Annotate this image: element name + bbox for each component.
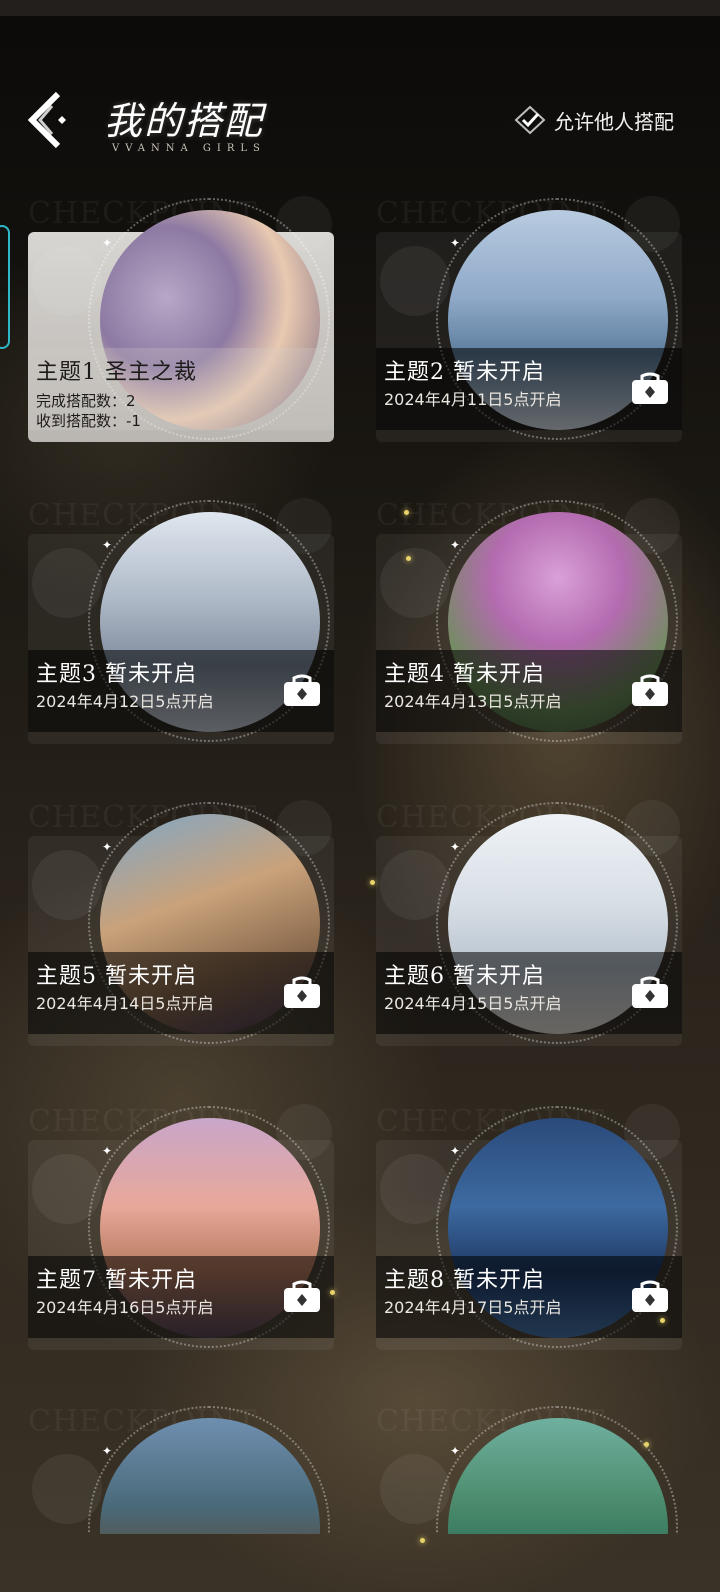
theme-card[interactable]: CHECKPOINT ✦ 主题6 暂未开启 2024年4月15日5点开启	[376, 800, 682, 1046]
theme-name: 主题8 暂未开启	[384, 1268, 545, 1293]
open-date: 2024年4月16日5点开启	[36, 1298, 214, 1317]
allow-others-toggle[interactable]: 允许他人搭配	[514, 105, 674, 135]
particle	[370, 880, 375, 885]
particle	[404, 510, 409, 515]
particle	[330, 1290, 335, 1295]
lock-icon	[630, 372, 670, 406]
lock-icon	[282, 674, 322, 708]
sparkle-icon: ✦	[450, 1444, 461, 1458]
theme-card[interactable]: CHECKPOINT ✦ 主题7 暂未开启 2024年4月16日5点开启	[28, 1104, 334, 1350]
open-date: 2024年4月11日5点开启	[384, 390, 562, 409]
header: 我的搭配 VVANNA GIRLS 允许他人搭配	[0, 80, 720, 160]
allow-others-label: 允许他人搭配	[554, 109, 674, 134]
theme-name: 主题7 暂未开启	[36, 1268, 197, 1293]
sparkle-icon: ✦	[102, 1144, 113, 1158]
back-button[interactable]	[24, 88, 74, 149]
sparkle-icon: ✦	[102, 236, 113, 250]
sparkle-icon: ✦	[102, 538, 113, 552]
theme-card[interactable]: CHECKPOINT ✦ 主题8 暂未开启 2024年4月17日5点开启	[376, 1104, 682, 1350]
open-date: 2024年4月13日5点开启	[384, 692, 562, 711]
status-strip	[0, 0, 720, 16]
sparkle-icon: ✦	[450, 1144, 461, 1158]
lock-icon	[630, 976, 670, 1010]
lock-icon	[630, 674, 670, 708]
completed-count: 完成搭配数：2	[36, 392, 136, 410]
open-date: 2024年4月15日5点开启	[384, 994, 562, 1013]
open-date: 2024年4月17日5点开启	[384, 1298, 562, 1317]
theme-name: 主题6 暂未开启	[384, 964, 545, 989]
theme-card[interactable]: CHECKPOINT ✦ 主题5 暂未开启 2024年4月14日5点开启	[28, 800, 334, 1046]
sparkle-icon: ✦	[450, 236, 461, 250]
theme-card[interactable]: CHECKPOINT ✦ 主题1 圣主之裁 完成搭配数：2 收到搭配数：-1	[28, 196, 334, 442]
sparkle-icon: ✦	[102, 840, 113, 854]
theme-name: 主题2 暂未开启	[384, 360, 545, 385]
lock-icon	[630, 1280, 670, 1314]
side-tab-handle[interactable]	[0, 225, 10, 349]
chevron-left-icon	[27, 91, 66, 149]
checkbox-check-icon	[514, 105, 546, 135]
lock-icon	[282, 976, 322, 1010]
particle	[420, 1538, 425, 1543]
sparkle-icon: ✦	[102, 1444, 113, 1458]
sparkle-icon: ✦	[450, 840, 461, 854]
lock-icon	[282, 1280, 322, 1314]
particle	[660, 1318, 665, 1323]
theme-card[interactable]: CHECKPOINT ✦ 主题2 暂未开启 2024年4月11日5点开启	[376, 196, 682, 442]
sparkle-icon: ✦	[450, 538, 461, 552]
particle	[644, 1442, 649, 1447]
open-date: 2024年4月14日5点开启	[36, 994, 214, 1013]
page-subtitle: VVANNA GIRLS	[112, 143, 266, 154]
particle	[406, 556, 411, 561]
theme-card-partial[interactable]: CHECKPOINT ✦	[376, 1404, 682, 1534]
page-title: 我的搭配	[104, 99, 265, 143]
theme-name: 主题4 暂未开启	[384, 662, 545, 687]
open-date: 2024年4月12日5点开启	[36, 692, 214, 711]
theme-name: 主题3 暂未开启	[36, 662, 197, 687]
theme-card-partial[interactable]: CHECKPOINT ✦	[28, 1404, 334, 1534]
theme-name: 主题1 圣主之裁	[36, 360, 197, 385]
theme-card[interactable]: CHECKPOINT ✦ 主题3 暂未开启 2024年4月12日5点开启	[28, 498, 334, 744]
theme-card[interactable]: CHECKPOINT ✦ 主题4 暂未开启 2024年4月13日5点开启	[376, 498, 682, 744]
received-count: 收到搭配数：-1	[36, 412, 141, 430]
theme-name: 主题5 暂未开启	[36, 964, 197, 989]
page-title-block: 我的搭配 VVANNA GIRLS	[104, 90, 266, 154]
